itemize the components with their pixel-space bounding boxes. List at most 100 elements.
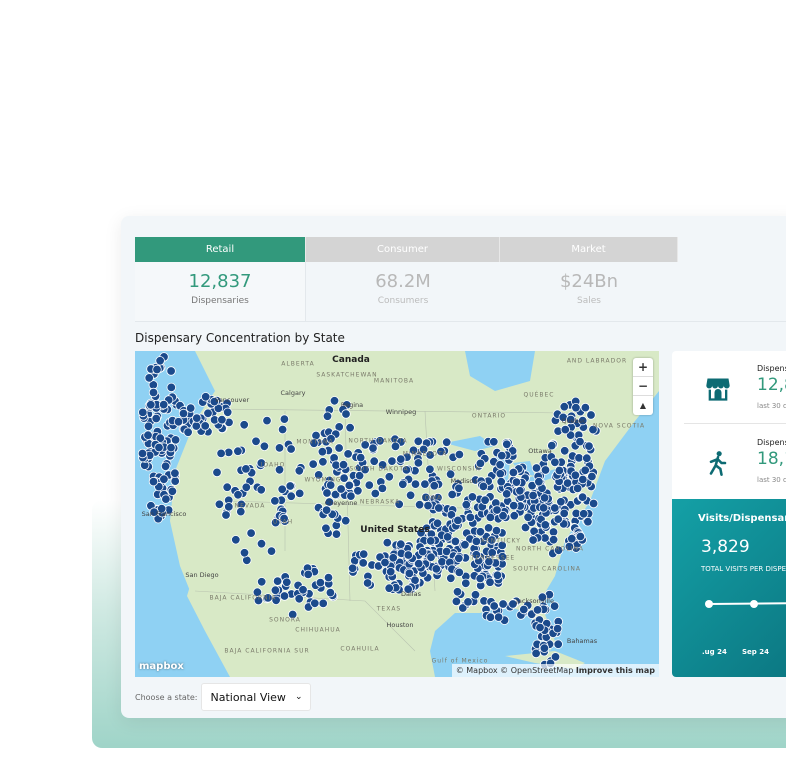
- tab-market[interactable]: Market: [500, 237, 678, 262]
- dispensary-marker[interactable]: [222, 407, 233, 418]
- dispensary-marker[interactable]: [239, 548, 250, 558]
- dispensary-marker[interactable]: [588, 498, 599, 509]
- dispensary-marker[interactable]: [138, 407, 148, 418]
- dispensary-marker[interactable]: [170, 435, 181, 445]
- dispensary-marker[interactable]: [382, 537, 393, 548]
- dispensary-marker[interactable]: [423, 500, 433, 511]
- dispensary-marker[interactable]: [214, 499, 225, 510]
- dispensary-marker[interactable]: [426, 536, 436, 546]
- dispensary-marker[interactable]: [279, 591, 290, 601]
- dispensary-marker[interactable]: [539, 643, 550, 653]
- dispensary-marker[interactable]: [580, 465, 590, 476]
- dispensary-marker[interactable]: [540, 520, 551, 530]
- dispensary-marker[interactable]: [579, 509, 589, 519]
- dispensary-marker[interactable]: [471, 536, 482, 547]
- dispensary-marker[interactable]: [413, 436, 424, 447]
- dispensary-marker[interactable]: [429, 480, 440, 491]
- dispensary-marker[interactable]: [509, 510, 520, 521]
- dispensary-marker[interactable]: [334, 443, 344, 453]
- dispensary-marker[interactable]: [489, 437, 499, 447]
- dispensary-marker[interactable]: [146, 400, 156, 410]
- dispensary-marker[interactable]: [170, 468, 180, 478]
- dispensary-marker[interactable]: [388, 553, 398, 563]
- dispensary-marker[interactable]: [508, 467, 519, 478]
- dispensary-marker[interactable]: [279, 414, 290, 424]
- dispensary-marker[interactable]: [497, 450, 507, 461]
- dispensary-marker[interactable]: [170, 476, 180, 486]
- dispensary-marker[interactable]: [143, 430, 153, 440]
- dispensary-marker[interactable]: [515, 486, 525, 496]
- dispensary-marker[interactable]: [285, 481, 295, 491]
- dispensary-marker[interactable]: [414, 499, 425, 510]
- dispensary-marker[interactable]: [431, 564, 442, 574]
- dispensary-marker[interactable]: [489, 601, 499, 611]
- dispensary-marker[interactable]: [166, 442, 176, 453]
- dispensary-marker[interactable]: [523, 512, 533, 523]
- dispensary-marker[interactable]: [298, 585, 308, 595]
- dispensary-marker[interactable]: [353, 486, 363, 496]
- zoom-out-button[interactable]: −: [633, 377, 653, 396]
- dispensary-marker[interactable]: [559, 402, 570, 412]
- dispensary-marker[interactable]: [583, 516, 593, 527]
- dispensary-marker[interactable]: [586, 410, 596, 420]
- dispensary-marker[interactable]: [454, 567, 465, 578]
- dispensary-marker[interactable]: [315, 577, 326, 588]
- visits-point[interactable]: [705, 600, 713, 608]
- dispensary-marker[interactable]: [492, 505, 502, 515]
- dispensary-marker[interactable]: [224, 502, 234, 512]
- dispensary-marker[interactable]: [531, 463, 542, 473]
- dispensary-marker[interactable]: [425, 464, 435, 475]
- dispensary-marker[interactable]: [191, 421, 202, 431]
- dispensary-marker[interactable]: [318, 598, 328, 609]
- attribution-text[interactable]: © Mapbox © OpenStreetMap: [456, 666, 574, 675]
- dispensary-marker[interactable]: [475, 527, 486, 537]
- dispensary-marker[interactable]: [200, 421, 210, 431]
- dispensary-marker[interactable]: [540, 465, 551, 475]
- dispensary-marker[interactable]: [364, 480, 375, 490]
- dispensary-marker[interactable]: [534, 476, 544, 487]
- dispensary-marker[interactable]: [251, 436, 261, 447]
- dispensary-marker[interactable]: [310, 598, 320, 609]
- dispensary-marker[interactable]: [584, 441, 594, 451]
- dispensary-marker[interactable]: [341, 409, 351, 419]
- dispensary-marker[interactable]: [200, 392, 211, 402]
- dispensary-marker[interactable]: [321, 523, 331, 534]
- dispensary-marker[interactable]: [159, 474, 169, 484]
- dispensary-marker[interactable]: [478, 481, 489, 492]
- dispensary-marker[interactable]: [166, 382, 177, 393]
- dispensary-marker[interactable]: [574, 453, 584, 463]
- dispensary-marker[interactable]: [582, 453, 592, 463]
- dispensary-marker[interactable]: [451, 596, 462, 607]
- dispensary-marker[interactable]: [322, 411, 333, 421]
- dispensary-marker[interactable]: [496, 476, 506, 487]
- dispensary-marker[interactable]: [447, 489, 457, 500]
- dispensary-marker[interactable]: [159, 399, 169, 410]
- dispensary-marker[interactable]: [554, 465, 565, 476]
- dispensary-marker[interactable]: [231, 535, 241, 545]
- dispensary-marker[interactable]: [259, 441, 270, 452]
- dispensary-marker[interactable]: [377, 483, 388, 494]
- dispensary-marker[interactable]: [317, 446, 328, 457]
- dispensary-marker[interactable]: [358, 558, 368, 568]
- dispensary-marker[interactable]: [173, 417, 184, 427]
- dispensary-marker[interactable]: [266, 546, 277, 556]
- dispensary-marker[interactable]: [369, 456, 379, 466]
- dispensary-marker[interactable]: [384, 583, 394, 593]
- dispensary-marker[interactable]: [450, 536, 461, 547]
- dispensary-marker[interactable]: [303, 569, 313, 580]
- dispensary-marker[interactable]: [495, 460, 505, 470]
- dispensary-marker[interactable]: [329, 396, 340, 406]
- dispensary-marker[interactable]: [485, 577, 495, 587]
- dispensary-marker[interactable]: [345, 422, 355, 433]
- dispensary-marker[interactable]: [475, 573, 485, 584]
- dispensary-marker[interactable]: [294, 488, 305, 499]
- dispensary-marker[interactable]: [418, 546, 428, 557]
- dispensary-marker[interactable]: [322, 488, 332, 498]
- mapbox-logo[interactable]: mapbox: [139, 661, 184, 672]
- dispensary-marker[interactable]: [485, 612, 496, 622]
- dispensary-marker[interactable]: [570, 470, 581, 481]
- dispensary-marker[interactable]: [495, 469, 506, 479]
- dispensary-marker[interactable]: [216, 448, 226, 459]
- dispensary-marker[interactable]: [323, 572, 334, 583]
- dispensary-marker[interactable]: [277, 424, 288, 435]
